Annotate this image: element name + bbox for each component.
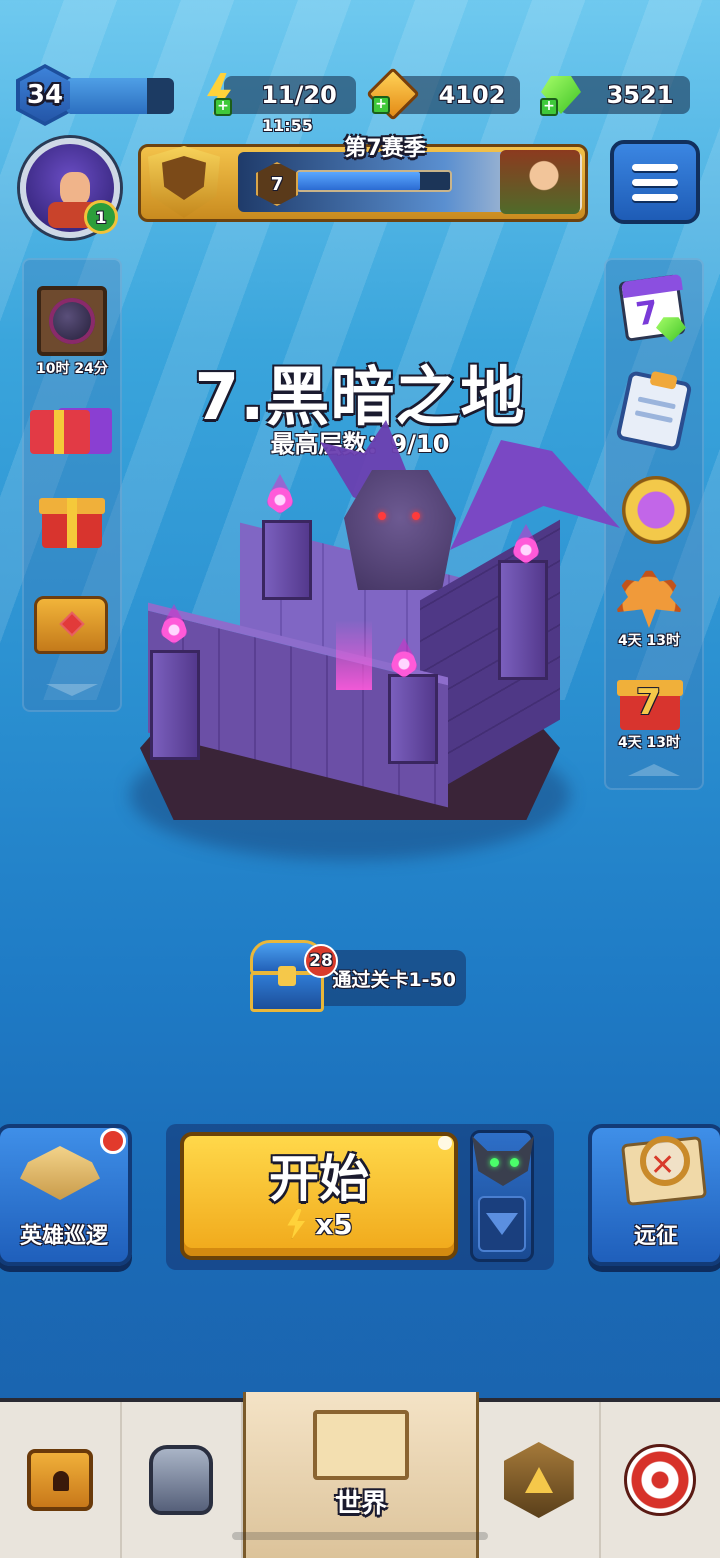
gold-value: 4102: [438, 81, 506, 109]
xp-fill: [66, 78, 147, 114]
add-gold-icon[interactable]: +: [372, 96, 390, 114]
locked-chest-icon: [26, 1449, 93, 1511]
hero-patrol-label: 英雄巡逻: [19, 1224, 108, 1249]
arrow-up-icon: [524, 1467, 553, 1493]
chevron-down-icon: [46, 684, 98, 696]
start-label: 开始: [269, 1149, 369, 1208]
home-indicator[interactable]: [232, 1532, 488, 1540]
add-gem-icon[interactable]: +: [540, 98, 558, 116]
purple-coin-icon: [622, 476, 690, 544]
menu-line: [632, 163, 678, 171]
gem-value: 3521: [606, 81, 674, 109]
xp-bar: [66, 78, 174, 114]
nav-world-label: 世界: [334, 1489, 387, 1519]
shine-dot: [438, 1136, 452, 1150]
target-icon: [624, 1444, 697, 1516]
right-panel-scroll-up[interactable]: [628, 764, 680, 776]
chest-lock-icon: [278, 966, 296, 986]
energy-counter[interactable]: 11/20: [224, 76, 356, 114]
castle-tower: [388, 674, 438, 764]
armor-icon: [149, 1445, 214, 1515]
start-cost: x5: [285, 1208, 353, 1241]
energy-icon: +: [196, 70, 242, 118]
castle-tower: [262, 520, 312, 600]
purple-coin-button[interactable]: [622, 476, 690, 544]
add-energy-icon[interactable]: +: [214, 98, 232, 116]
bolt-icon: [287, 1209, 306, 1239]
menu-line: [632, 178, 678, 186]
autumn-event-timer: 4天 13时: [617, 633, 681, 649]
season-progress-fill: [298, 172, 420, 190]
castle-tower: [498, 560, 548, 680]
ruby-icon: [59, 611, 85, 637]
stage-reward-text: 通过关卡1-50: [332, 968, 456, 991]
menu-button[interactable]: [610, 140, 700, 224]
nav-challenge[interactable]: [601, 1402, 720, 1558]
start-button[interactable]: 开始 x5: [180, 1132, 458, 1260]
keyhole-icon: [52, 1471, 69, 1491]
red-gift-button[interactable]: [38, 488, 108, 548]
map-x-mark: ✕: [650, 1148, 676, 1183]
portal-beam: [336, 620, 372, 690]
autumn-event-button[interactable]: 4天 13时: [614, 566, 684, 650]
treasure-chest-button[interactable]: [34, 596, 108, 654]
expedition-label: 远征: [633, 1224, 678, 1249]
gift-7-button[interactable]: 7 4天 13时: [614, 670, 684, 752]
notification-dot: [100, 1128, 126, 1154]
purple-flame-icon: [266, 474, 294, 514]
gift-number: 7: [636, 682, 662, 723]
left-panel-scroll-down[interactable]: [46, 684, 98, 696]
archer-portrait: [500, 150, 580, 214]
difficulty-down-button[interactable]: [478, 1196, 526, 1252]
upgrade-arrow-icon: [503, 1442, 574, 1518]
avatar-face: [60, 172, 90, 206]
dragon-eye: [412, 512, 420, 520]
gem-icon: +: [538, 70, 584, 118]
dark-orb-icon: [48, 298, 95, 344]
red-gift-icon: [38, 488, 108, 548]
chest-count-badge: 28: [304, 944, 338, 978]
calendar-icon: 7: [618, 270, 686, 342]
menu-line: [632, 193, 678, 201]
castle-tower: [150, 650, 200, 760]
gold-ticket-icon: +: [366, 67, 420, 121]
nav-shop[interactable]: [0, 1402, 122, 1558]
gift-7-timer: 4天 13时: [617, 735, 681, 751]
treasure-chest-icon: [34, 596, 108, 654]
arrow-down-icon: [486, 1213, 518, 1235]
season-title: 第7赛季: [344, 136, 426, 161]
start-cost-value: x5: [315, 1207, 353, 1241]
chevron-up-icon: [628, 764, 680, 776]
gift-7-icon: 7: [614, 670, 684, 730]
demon-eye: [510, 1158, 519, 1167]
world-map-icon: [313, 1410, 409, 1480]
maple-leaf-icon: [614, 566, 684, 628]
nav-upgrade[interactable]: [479, 1402, 601, 1558]
demon-eye: [490, 1158, 499, 1167]
dragon-eye: [378, 512, 386, 520]
avatar-notification-badge: 1: [84, 200, 118, 234]
gift-ribbon: [67, 498, 77, 548]
season-progress-bar: [296, 170, 452, 192]
energy-value: 11/20: [261, 81, 337, 109]
calendar-event-button[interactable]: 7: [618, 270, 686, 342]
nav-equipment[interactable]: [122, 1402, 243, 1558]
